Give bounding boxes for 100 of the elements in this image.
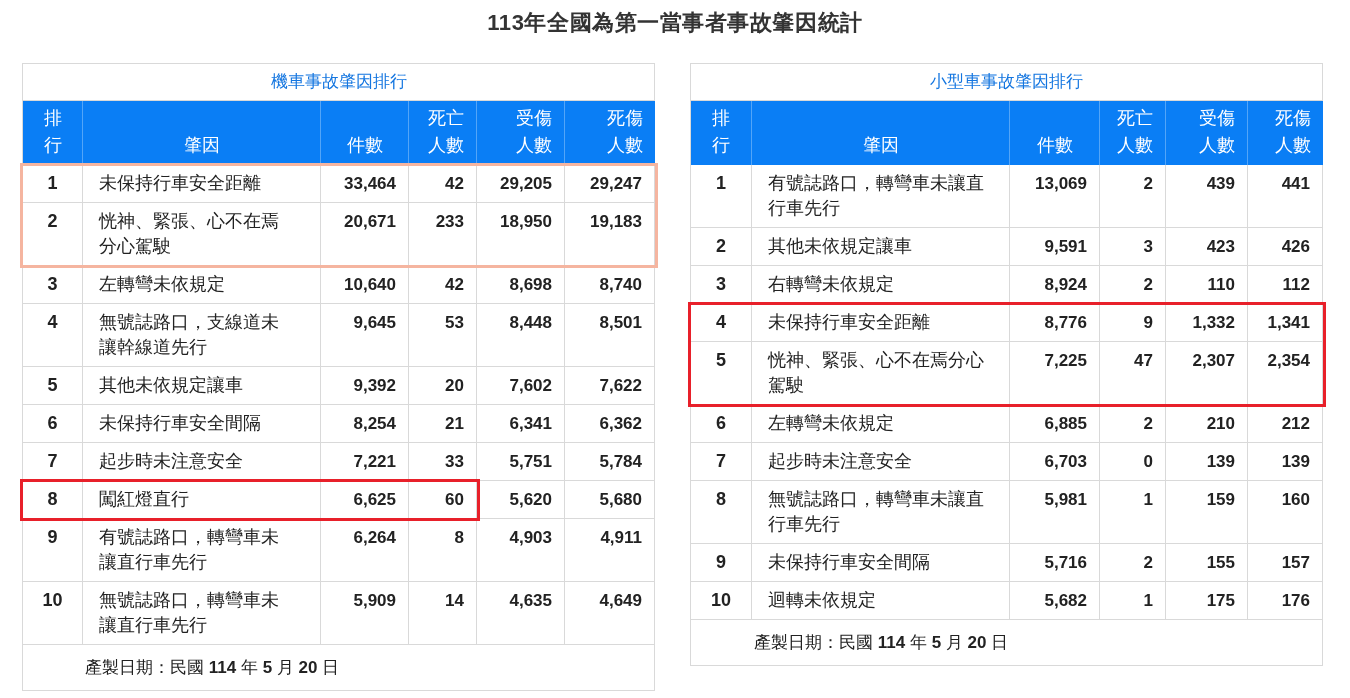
table-caption: 小型車事故肇因排行 (930, 71, 1083, 94)
rank-cell: 9 (716, 552, 726, 572)
column-header: 肇因 (862, 134, 899, 157)
number-cell: 4,903 (509, 528, 552, 547)
cause-cell-text: 恍神、緊張、心不在焉分心駕駛 (768, 349, 984, 397)
number-cell: 14 (445, 591, 464, 610)
number-cell: 5,909 (353, 591, 396, 610)
number-cell: 5,682 (1044, 591, 1087, 610)
rank-cell: 8 (47, 489, 58, 509)
number-cell: 4,635 (509, 591, 552, 610)
number-cell: 6,625 (353, 490, 396, 509)
number-cell: 441 (1281, 174, 1310, 193)
number-cell: 9,645 (353, 313, 396, 332)
number-cell: 9,392 (353, 376, 396, 395)
number-cell: 42 (445, 174, 464, 193)
rank-cell: 2 (47, 211, 58, 231)
number-cell: 2,307 (1192, 351, 1235, 370)
column-header: 受傷人數 (516, 107, 552, 157)
number-cell: 7,622 (599, 376, 642, 395)
number-cell: 3 (1143, 237, 1153, 256)
number-cell: 8,254 (353, 414, 396, 433)
cause-cell-text: 迴轉未依規定 (768, 589, 876, 612)
number-cell: 0 (1143, 452, 1153, 471)
number-cell: 8,740 (599, 275, 642, 294)
number-cell: 155 (1206, 553, 1235, 572)
number-cell: 2 (1143, 553, 1153, 572)
number-cell: 426 (1281, 237, 1310, 256)
table-caption: 機車事故肇因排行 (270, 71, 407, 94)
number-cell: 159 (1206, 490, 1235, 509)
number-cell: 13,069 (1035, 174, 1087, 193)
cause-cell-text: 起步時未注意安全 (768, 450, 912, 473)
number-cell: 8,501 (599, 313, 642, 332)
cause-cell-text: 未保持行車安全距離 (768, 311, 930, 334)
rank-cell: 3 (47, 274, 58, 294)
number-cell: 53 (445, 313, 464, 332)
number-cell: 423 (1206, 237, 1235, 256)
column-header: 件數 (346, 134, 383, 157)
cause-cell-text: 有號誌路口，轉彎車未讓直行車先行 (768, 172, 984, 220)
number-cell: 1 (1143, 490, 1153, 509)
number-cell: 112 (1282, 275, 1310, 294)
number-cell: 8,924 (1044, 275, 1087, 294)
rank-cell: 1 (716, 173, 726, 193)
column-header: 排行 (43, 107, 62, 157)
number-cell: 9,591 (1044, 237, 1087, 256)
cause-cell-text: 未保持行車安全間隔 (768, 551, 930, 574)
rank-cell: 7 (47, 451, 58, 471)
production-date: 產製日期：民國 114 年 5 月 20 日 (85, 656, 340, 679)
rank-cell: 8 (716, 489, 726, 509)
cause-cell-text: 起步時未注意安全 (99, 450, 243, 473)
number-cell: 19,183 (590, 212, 642, 231)
number-cell: 212 (1281, 414, 1310, 433)
number-cell: 5,784 (599, 452, 642, 471)
rank-cell: 5 (716, 350, 726, 370)
number-cell: 6,885 (1044, 414, 1087, 433)
number-cell: 6,703 (1044, 452, 1087, 471)
cause-cell-text: 其他未依規定讓車 (768, 235, 912, 258)
rank-cell: 2 (716, 236, 726, 256)
number-cell: 18,950 (500, 212, 552, 231)
number-cell: 439 (1206, 174, 1235, 193)
number-cell: 160 (1281, 490, 1310, 509)
number-cell: 8,776 (1044, 313, 1087, 332)
rank-cell: 6 (716, 413, 726, 433)
number-cell: 4,911 (600, 528, 642, 547)
cause-cell-text: 恍神、緊張、心不在焉分心駕駛 (99, 210, 279, 258)
number-cell: 7,221 (353, 452, 396, 471)
number-cell: 1 (1143, 591, 1153, 610)
number-cell: 47 (1134, 351, 1153, 370)
number-cell: 5,680 (599, 490, 642, 509)
cause-cell-text: 右轉彎未依規定 (768, 273, 894, 296)
number-cell: 157 (1281, 553, 1310, 572)
number-cell: 2 (1143, 174, 1153, 193)
number-cell: 7,602 (509, 376, 552, 395)
rank-cell: 7 (716, 451, 726, 471)
number-cell: 5,620 (509, 490, 552, 509)
number-cell: 6,264 (353, 528, 396, 547)
number-cell: 139 (1281, 452, 1310, 471)
number-cell: 2 (1143, 275, 1153, 294)
column-header: 死傷人數 (607, 107, 643, 157)
number-cell: 10,640 (344, 275, 396, 294)
cause-cell-text: 無號誌路口，支線道未讓幹線道先行 (99, 311, 279, 359)
number-cell: 1,332 (1192, 313, 1235, 332)
number-cell: 175 (1206, 591, 1235, 610)
rank-cell: 5 (47, 375, 58, 395)
cause-cell-text: 左轉彎未依規定 (99, 273, 225, 296)
number-cell: 233 (435, 212, 464, 231)
cause-cell-text: 左轉彎未依規定 (768, 412, 894, 435)
number-cell: 20 (445, 376, 464, 395)
column-header: 排行 (712, 107, 730, 157)
number-cell: 5,751 (509, 452, 552, 471)
number-cell: 2,354 (1267, 351, 1310, 370)
number-cell: 20,671 (344, 212, 396, 231)
rank-cell: 10 (42, 590, 63, 610)
number-cell: 33 (445, 452, 464, 471)
rank-cell: 4 (716, 312, 726, 332)
number-cell: 21 (445, 414, 464, 433)
column-header: 受傷人數 (1199, 107, 1235, 157)
number-cell: 29,247 (590, 174, 642, 193)
rank-cell: 4 (47, 312, 58, 332)
rank-cell: 10 (711, 590, 731, 610)
number-cell: 8,448 (509, 313, 552, 332)
